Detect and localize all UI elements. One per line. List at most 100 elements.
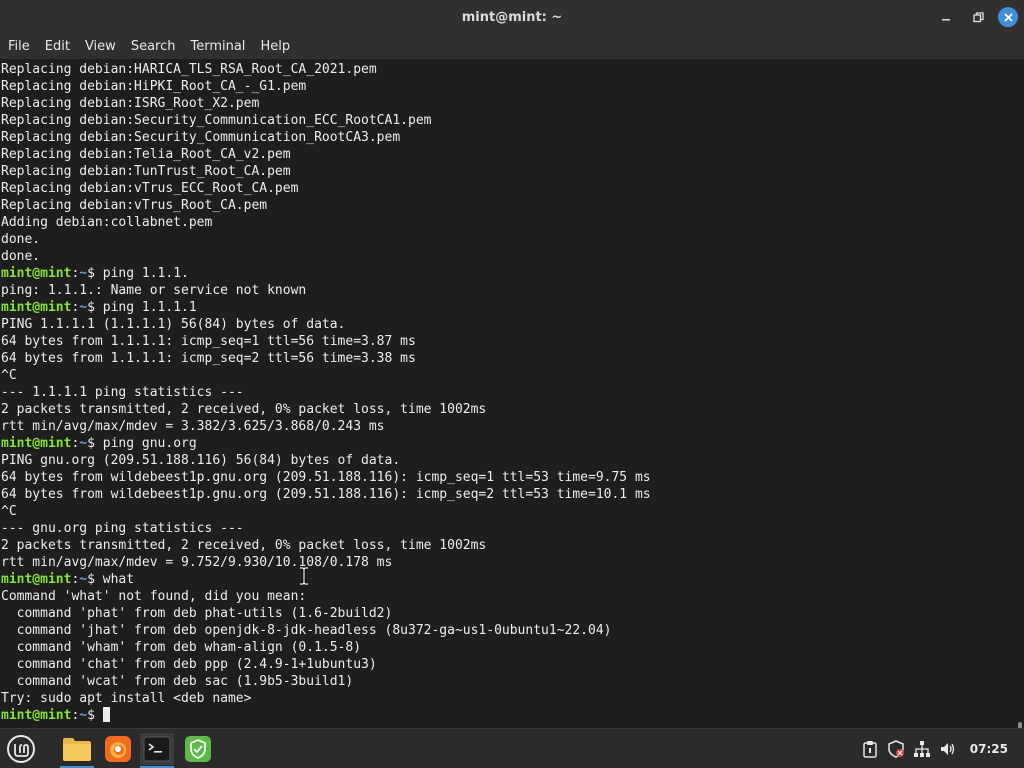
firefox-launcher[interactable]: [101, 733, 135, 765]
terminal-lines: Replacing debian:HARICA_TLS_RSA_Root_CA_…: [1, 61, 651, 724]
output-line: --- gnu.org ping statistics ---: [1, 521, 244, 536]
window-title: mint@mint: ~: [461, 9, 563, 25]
prompt-path: ~: [79, 572, 88, 587]
prompt-user: mint@mint: [1, 708, 72, 723]
maximize-button[interactable]: [966, 5, 990, 29]
command-text: what: [102, 572, 135, 587]
output-line: command 'phat' from deb phat-utils (1.6-…: [1, 606, 393, 621]
network-icon: [913, 741, 930, 757]
output-line: Replacing debian:TunTrust_Root_CA.pem: [1, 164, 291, 179]
output-line: 64 bytes from 1.1.1.1: icmp_seq=2 ttl=56…: [1, 351, 416, 366]
prompt-line: mint@mint:~$ ping gnu.org: [1, 435, 651, 452]
output-line: ^C: [1, 504, 17, 519]
output-line: rtt min/avg/max/mdev = 3.382/3.625/3.868…: [1, 419, 385, 434]
taskbar: 07:25: [0, 728, 1024, 768]
menu-terminal[interactable]: Terminal: [184, 39, 251, 54]
shield-button[interactable]: [884, 737, 908, 761]
prompt-symbol: $: [87, 300, 103, 315]
network-button[interactable]: [910, 737, 934, 761]
output-line: rtt min/avg/max/mdev = 9.752/9.930/10.10…: [1, 555, 393, 570]
update-manager-launcher[interactable]: [181, 733, 215, 765]
output-line: Replacing debian:Telia_Root_CA_v2.pem: [1, 147, 291, 162]
output-line: done.: [1, 249, 41, 264]
restore-icon: [972, 11, 984, 22]
output-line: Try: sudo apt install <deb name>: [1, 691, 252, 706]
shield-icon: [888, 740, 904, 758]
output-line: 64 bytes from 1.1.1.1: icmp_seq=1 ttl=56…: [1, 334, 416, 349]
close-icon: [1003, 12, 1013, 22]
output-line: Replacing debian:vTrus_ECC_Root_CA.pem: [1, 181, 299, 196]
output-line: Replacing debian:vTrus_Root_CA.pem: [1, 198, 268, 213]
clock[interactable]: 07:25: [970, 742, 1008, 756]
prompt-user: mint@mint: [1, 266, 72, 281]
output-line: Replacing debian:HARICA_TLS_RSA_Root_CA_…: [1, 62, 377, 77]
output-line: command 'wham' from deb wham-align (0.1.…: [1, 640, 362, 655]
prompt-path: ~: [79, 708, 88, 723]
command-text: ping gnu.org: [102, 436, 197, 451]
menu-search[interactable]: Search: [125, 39, 182, 54]
clipboard-icon: [863, 741, 877, 758]
title-bar[interactable]: mint@mint: ~: [0, 0, 1024, 34]
prompt-symbol: $: [87, 266, 103, 281]
prompt-line: mint@mint:~$ ping 1.1.1.1: [1, 299, 651, 316]
menu-bar: File Edit View Search Terminal Help: [0, 34, 1024, 59]
output-line: command 'jhat' from deb openjdk-8-jdk-he…: [1, 623, 612, 638]
mint-menu-button[interactable]: [4, 733, 38, 765]
system-tray: 07:25: [856, 729, 1024, 768]
output-line: 2 packets transmitted, 2 received, 0% pa…: [1, 538, 487, 553]
text-cursor-icon: [300, 567, 308, 585]
terminal-output[interactable]: Replacing debian:HARICA_TLS_RSA_Root_CA_…: [0, 59, 1024, 728]
output-line: Adding debian:collabnet.pem: [1, 215, 213, 230]
prompt-path: ~: [79, 300, 88, 315]
prompt-symbol: $: [87, 708, 103, 723]
minimize-icon: [942, 19, 950, 21]
menu-file[interactable]: File: [2, 39, 36, 54]
files-icon: [63, 738, 91, 761]
command-text: ping 1.1.1.: [102, 266, 189, 281]
output-line: command 'chat' from deb ppp (2.4.9-1+1ub…: [1, 657, 377, 672]
output-line: command 'wcat' from deb sac (1.9b5-3buil…: [1, 674, 354, 689]
firefox-icon: [105, 736, 131, 762]
output-line: Replacing debian:Security_Communication_…: [1, 130, 401, 145]
clipboard-button[interactable]: [858, 737, 882, 761]
close-button[interactable]: [998, 7, 1018, 27]
window-controls: [934, 0, 1018, 34]
prompt-user: mint@mint: [1, 436, 72, 451]
output-line: ping: 1.1.1.: Name or service not known: [1, 283, 307, 298]
volume-button[interactable]: [936, 737, 960, 761]
output-line: ^C: [1, 368, 17, 383]
prompt-path: ~: [79, 266, 88, 281]
prompt-line: mint@mint:~$: [1, 707, 651, 724]
prompt-symbol: $: [87, 572, 103, 587]
output-line: done.: [1, 232, 41, 247]
prompt-user: mint@mint: [1, 572, 72, 587]
prompt-symbol: $: [87, 436, 103, 451]
output-line: Replacing debian:HiPKI_Root_CA_-_G1.pem: [1, 79, 307, 94]
prompt-path: ~: [79, 436, 88, 451]
menu-view[interactable]: View: [79, 39, 122, 54]
menu-help[interactable]: Help: [254, 39, 296, 54]
output-line: 64 bytes from wildebeest1p.gnu.org (209.…: [1, 487, 651, 502]
prompt-line: mint@mint:~$ what: [1, 571, 651, 588]
terminal-launcher[interactable]: [140, 733, 174, 768]
prompt-user: mint@mint: [1, 300, 72, 315]
prompt-line: mint@mint:~$ ping 1.1.1.: [1, 265, 651, 282]
output-line: --- 1.1.1.1 ping statistics ---: [1, 385, 244, 400]
update-manager-shield-icon: [185, 736, 211, 762]
output-line: 64 bytes from wildebeest1p.gnu.org (209.…: [1, 470, 651, 485]
output-line: Replacing debian:Security_Communication_…: [1, 113, 432, 128]
terminal-cursor: [102, 707, 110, 722]
minimize-button[interactable]: [934, 5, 958, 29]
volume-icon: [940, 743, 954, 755]
files-launcher[interactable]: [60, 733, 94, 768]
output-line: 2 packets transmitted, 2 received, 0% pa…: [1, 402, 487, 417]
output-line: Replacing debian:ISRG_Root_X2.pem: [1, 96, 260, 111]
output-line: PING gnu.org (209.51.188.116) 56(84) byt…: [1, 453, 401, 468]
output-line: PING 1.1.1.1 (1.1.1.1) 56(84) bytes of d…: [1, 317, 346, 332]
output-line: Command 'what' not found, did you mean:: [1, 589, 307, 604]
command-text: ping 1.1.1.1: [102, 300, 197, 315]
scrollbar[interactable]: [1018, 122, 1022, 728]
terminal-icon: [143, 736, 171, 762]
mint-menu-icon: [7, 735, 35, 763]
menu-edit[interactable]: Edit: [39, 39, 76, 54]
